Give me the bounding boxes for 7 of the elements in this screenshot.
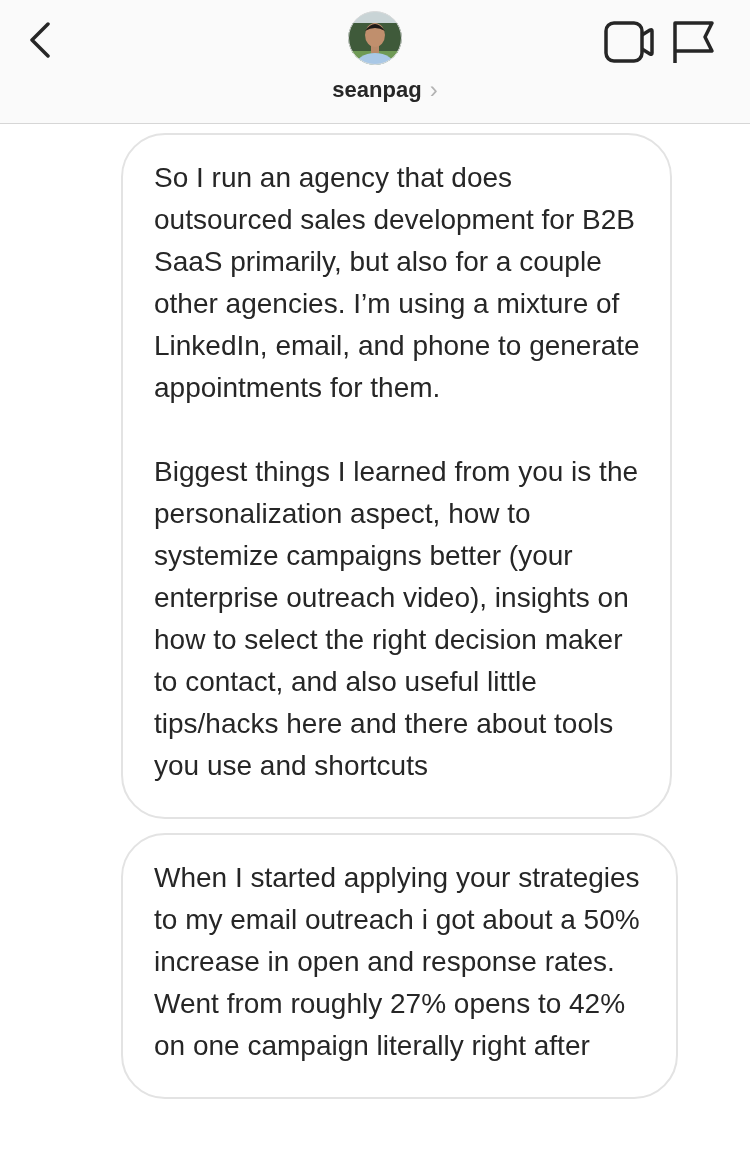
message-text: So I run an agency that does outsourced sales development for B2B SaaS primarily, but also for a couple other agencies. I’m using a mixture of LinkedIn, email, and phone to generate appointments for them. [154,161,641,405]
video-camera-icon[interactable] [604,21,654,63]
flag-icon[interactable] [672,21,716,65]
message-text: When I started applying your strategies to my email outreach i got about a 50% increase in open and response rates. Went from roughly 27% opens to 42% on one campaign literally right after [154,861,641,1063]
username[interactable]: seanpag [332,73,422,106]
back-icon[interactable] [28,22,52,58]
message-text: Biggest things I learned from you is the personalization aspect, how to systemize campaigns better (your enterprise outreach video), insights on how to select the right decision maker to contact, and also useful little tips/hacks here and there about tools you use and shortcuts [154,455,640,783]
